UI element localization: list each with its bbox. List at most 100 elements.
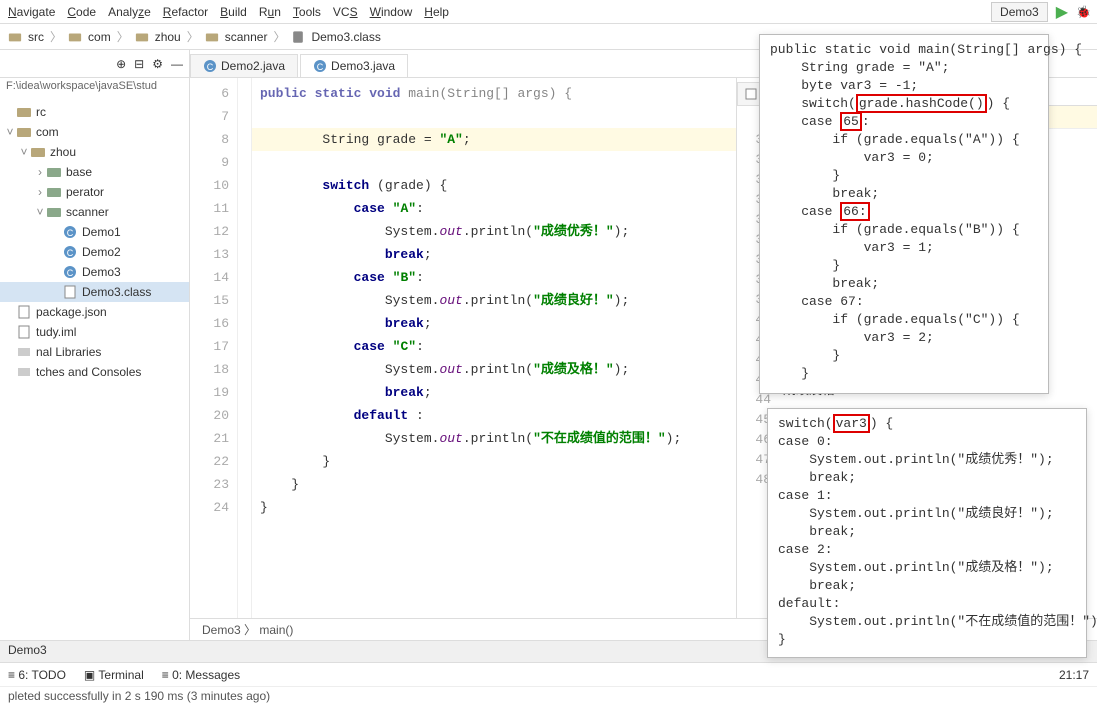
svg-text:C: C bbox=[67, 248, 74, 258]
lib-icon bbox=[16, 364, 32, 380]
project-sidebar: ⊕ ⊟ ⚙ — F:\idea\workspace\javaSE\stud rc… bbox=[0, 50, 190, 640]
project-path: F:\idea\workspace\javaSE\stud bbox=[0, 78, 189, 100]
menu-tools[interactable]: Tools bbox=[293, 5, 321, 19]
status-messages[interactable]: ≡ 0: Messages bbox=[162, 668, 240, 682]
tree-item-demo3[interactable]: CDemo3 bbox=[0, 262, 189, 282]
expand-icon[interactable]: ⊕ bbox=[116, 57, 126, 71]
tree-label: package.json bbox=[36, 305, 107, 319]
tree-item-rc[interactable]: rc bbox=[0, 102, 189, 122]
file-icon bbox=[744, 87, 758, 101]
sidebar-toolbar: ⊕ ⊟ ⚙ — bbox=[0, 50, 189, 78]
hide-icon[interactable]: — bbox=[171, 57, 183, 71]
menu-vcs[interactable]: VCS bbox=[333, 5, 358, 19]
tree-item-demo3-class[interactable]: Demo3.class bbox=[0, 282, 189, 302]
breadcrumb-file[interactable]: Demo3.class bbox=[311, 30, 380, 44]
project-tree: rc˅com˅zhou›base›perator˅scannerCDemo1CD… bbox=[0, 100, 189, 384]
tree-item-tches-and-consoles[interactable]: tches and Consoles bbox=[0, 362, 189, 382]
cursor-position: 21:17 bbox=[1059, 668, 1089, 682]
left-editor[interactable]: 6789101112131415161718192021222324 publi… bbox=[190, 78, 737, 618]
file-icon bbox=[16, 324, 32, 340]
tab-demo2[interactable]: C Demo2.java bbox=[190, 54, 298, 77]
collapse-icon[interactable]: ⊟ bbox=[134, 57, 144, 71]
menu-help[interactable]: Help bbox=[424, 5, 449, 19]
breadcrumb-scanner[interactable]: scanner bbox=[225, 30, 268, 44]
tree-item-demo2[interactable]: C Demo2 bbox=[0, 242, 189, 262]
breadcrumb-zhou[interactable]: zhou bbox=[155, 30, 181, 44]
tree-item-zhou[interactable]: ˅ zhou bbox=[0, 142, 189, 162]
folder-icon bbox=[135, 30, 149, 44]
fold-column bbox=[238, 78, 252, 618]
pkg-icon bbox=[46, 164, 62, 180]
folder-icon bbox=[68, 30, 82, 44]
chevron-icon[interactable]: ˅ bbox=[4, 125, 16, 139]
tree-item-demo1[interactable]: C Demo1 bbox=[0, 222, 189, 242]
lib-icon bbox=[16, 344, 32, 360]
tree-item-perator[interactable]: ›perator bbox=[0, 182, 189, 202]
folder-icon bbox=[8, 30, 22, 44]
menu-analyze[interactable]: Analyze bbox=[108, 5, 151, 19]
folder-icon bbox=[16, 104, 32, 120]
menu-run[interactable]: Run bbox=[259, 5, 281, 19]
tree-item-nal-libraries[interactable]: nal Libraries bbox=[0, 342, 189, 362]
tab-label: Demo3.java bbox=[331, 59, 395, 73]
class-icon: C bbox=[313, 59, 327, 73]
tree-item-scanner[interactable]: ˅ scanner bbox=[0, 202, 189, 222]
run-button[interactable]: ▶ bbox=[1056, 2, 1068, 22]
build-message: pleted successfully in 2 s 190 ms (3 min… bbox=[0, 686, 1097, 706]
gear-icon[interactable]: ⚙ bbox=[152, 57, 163, 71]
debug-button[interactable]: 🐞 bbox=[1076, 5, 1091, 19]
status-terminal[interactable]: ▣ Terminal bbox=[84, 668, 144, 682]
tree-item-com[interactable]: ˅ com bbox=[0, 122, 189, 142]
tree-label: nal Libraries bbox=[36, 345, 101, 359]
breadcrumb-src[interactable]: src bbox=[28, 30, 44, 44]
menu-refactor[interactable]: Refactor bbox=[163, 5, 208, 19]
class-icon: C bbox=[203, 59, 217, 73]
chevron-icon[interactable]: ˅ bbox=[34, 205, 46, 219]
svg-text:C: C bbox=[317, 62, 324, 72]
folder-icon bbox=[30, 144, 46, 160]
menu-bar: NNavigateavigate Code Analyze Refactor B… bbox=[0, 0, 1097, 24]
menu-build[interactable]: Build bbox=[220, 5, 247, 19]
tree-item-base[interactable]: › base bbox=[0, 162, 189, 182]
chevron-icon[interactable]: › bbox=[34, 185, 46, 199]
breadcrumb-com[interactable]: com bbox=[88, 30, 111, 44]
crumb-method[interactable]: main() bbox=[259, 623, 293, 637]
code-content[interactable]: public static void main(String[] args) {… bbox=[252, 78, 736, 618]
tree-label: Demo2 bbox=[82, 245, 121, 259]
menu-code[interactable]: Code bbox=[67, 5, 96, 19]
tree-label: scanner bbox=[66, 205, 109, 219]
status-todo[interactable]: ≡ 6: TODO bbox=[8, 668, 66, 682]
tree-item-tudy-iml[interactable]: tudy.iml bbox=[0, 322, 189, 342]
folder-icon bbox=[16, 124, 32, 140]
class-icon: C bbox=[62, 224, 78, 240]
decompiled-popup-2: switch(var3) { case 0: System.out.printl… bbox=[767, 408, 1087, 658]
class-icon: C bbox=[62, 244, 78, 260]
line-gutter: 6789101112131415161718192021222324 bbox=[190, 78, 238, 618]
decompiled-popup-1: public static void main(String[] args) {… bbox=[759, 34, 1049, 394]
status-bar: ≡ 6: TODO ▣ Terminal ≡ 0: Messages 21:17 bbox=[0, 662, 1097, 686]
svg-text:C: C bbox=[67, 228, 74, 238]
chevron-icon[interactable]: ˅ bbox=[18, 145, 30, 159]
folder-icon bbox=[205, 30, 219, 44]
tree-label: com bbox=[36, 125, 59, 139]
menu-window[interactable]: Window bbox=[370, 5, 413, 19]
file-icon bbox=[62, 284, 78, 300]
config-dropdown[interactable]: Demo3 bbox=[991, 2, 1048, 22]
file-icon bbox=[16, 304, 32, 320]
tree-label: base bbox=[66, 165, 92, 179]
svg-text:C: C bbox=[67, 268, 74, 278]
pkg-icon bbox=[46, 204, 62, 220]
menu-navigate[interactable]: NNavigateavigate bbox=[8, 5, 55, 19]
tab-label: Demo2.java bbox=[221, 59, 285, 73]
chevron-icon[interactable]: › bbox=[34, 165, 46, 179]
tree-item-package-json[interactable]: package.json bbox=[0, 302, 189, 322]
tree-label: Demo3.class bbox=[82, 285, 151, 299]
tree-label: zhou bbox=[50, 145, 76, 159]
tree-label: tches and Consoles bbox=[36, 365, 141, 379]
tree-label: rc bbox=[36, 105, 46, 119]
class-icon: C bbox=[62, 264, 78, 280]
tab-demo3[interactable]: C Demo3.java bbox=[300, 54, 408, 77]
crumb-class[interactable]: Demo3 bbox=[202, 623, 241, 637]
tree-label: Demo1 bbox=[82, 225, 121, 239]
pkg-icon bbox=[46, 184, 62, 200]
